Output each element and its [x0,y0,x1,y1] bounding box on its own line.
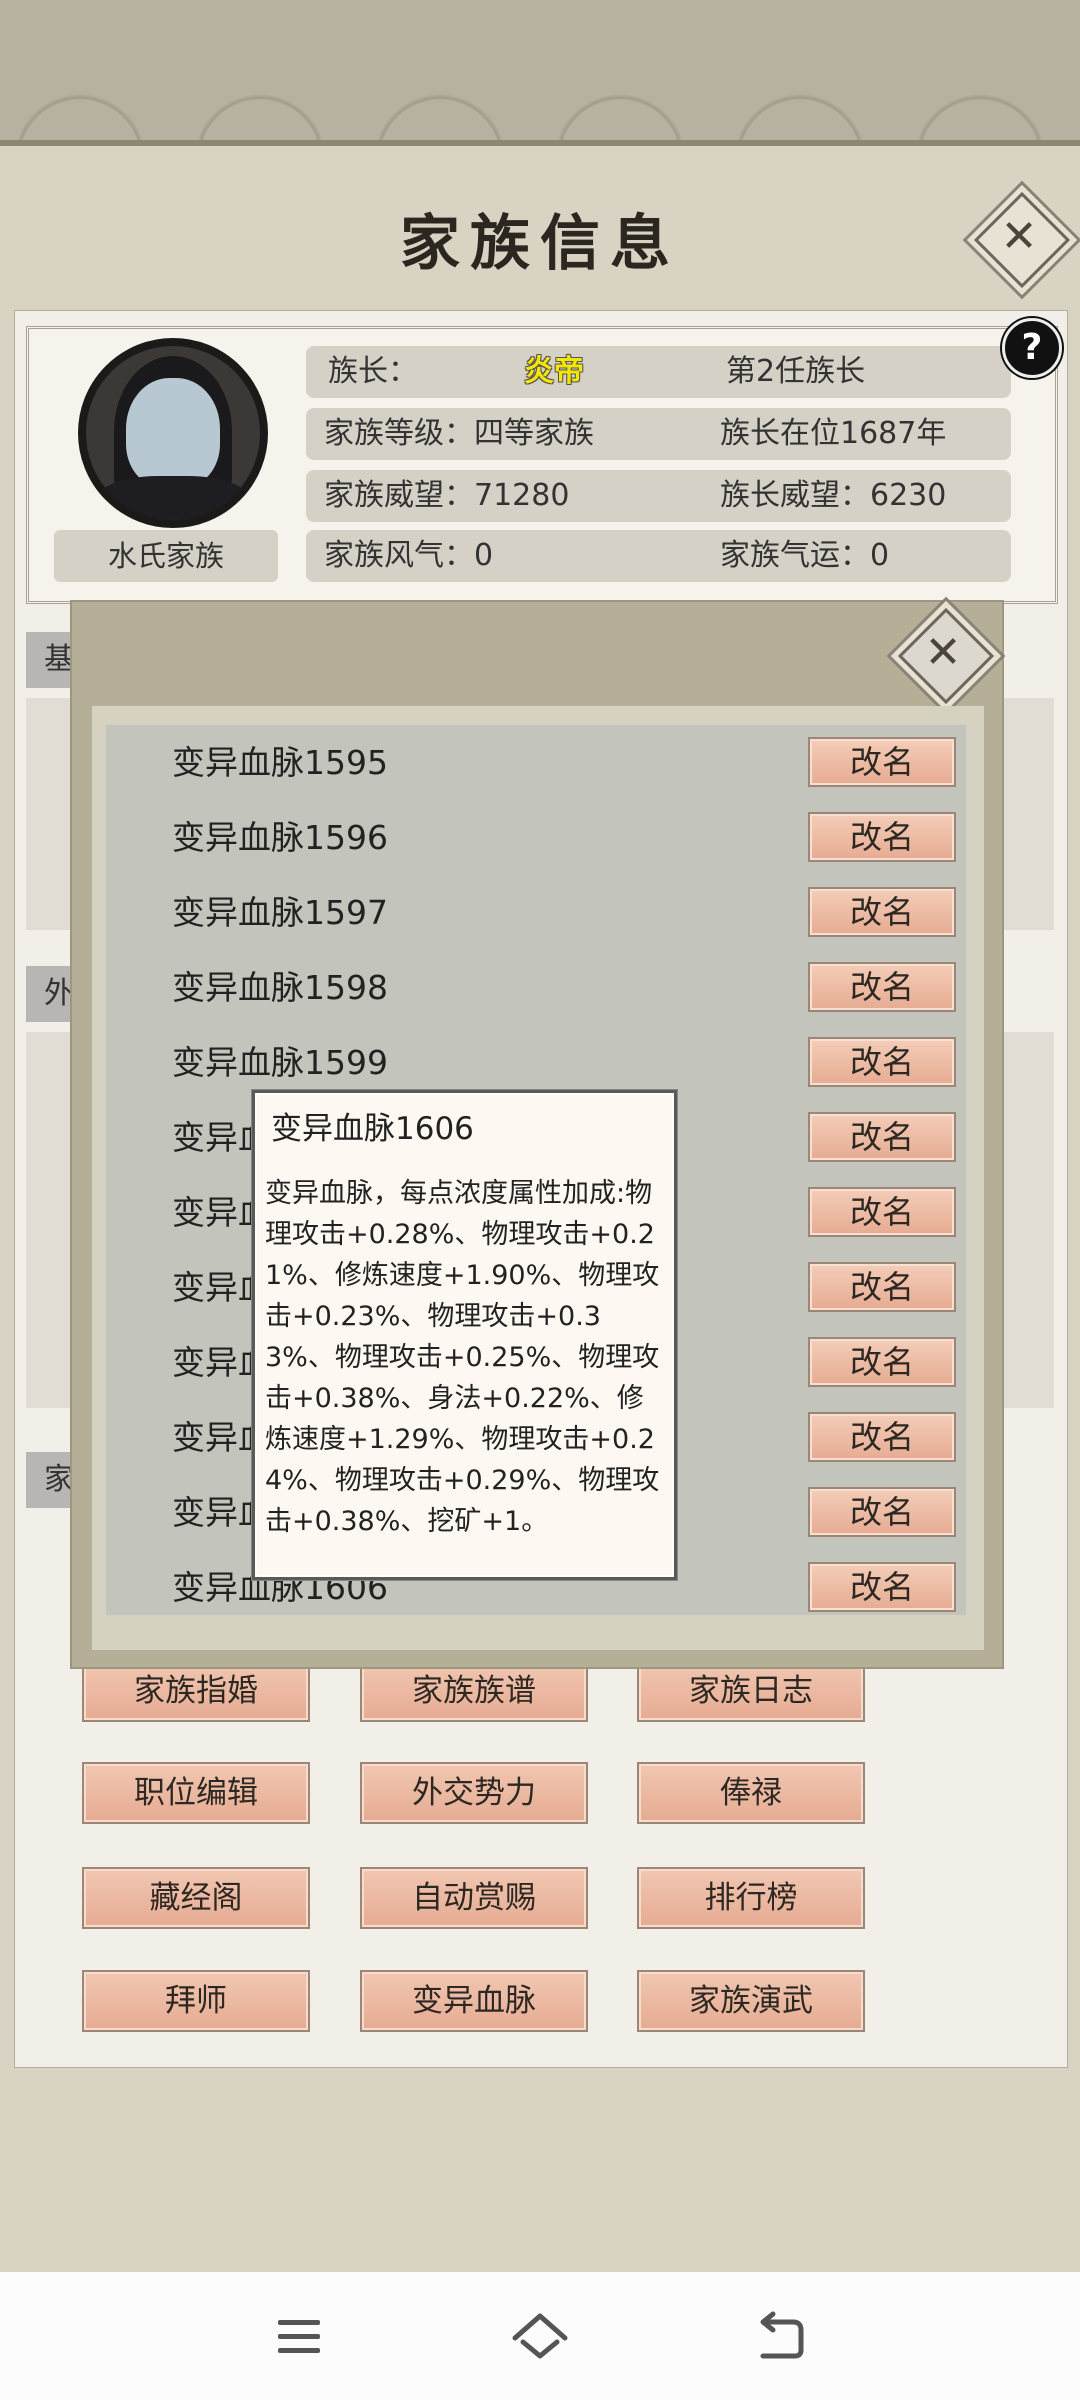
leader-generation: 第2任族长 [726,354,866,389]
bloodline-name[interactable]: 变异血脉1599 [172,1025,388,1100]
avatar-face [126,378,220,488]
home-icon[interactable] [505,2302,575,2372]
btn-diplomacy[interactable]: 外交势力 [360,1762,588,1824]
rename-button[interactable]: 改名 [808,1562,956,1612]
bloodline-name[interactable]: 变异血脉1595 [172,725,388,800]
avatar[interactable] [78,338,268,528]
rename-button[interactable]: 改名 [808,1187,956,1237]
close-button[interactable]: ✕ [973,191,1071,289]
leader-name[interactable]: 炎帝 [524,346,584,398]
rename-button[interactable]: 改名 [808,1487,956,1537]
btn-apprentice[interactable]: 拜师 [82,1970,310,2032]
btn-family-martial[interactable]: 家族演武 [637,1970,865,2032]
bloodline-name[interactable]: 变异血脉1597 [172,875,388,950]
leader-tenure: 族长在位1687年 [720,416,947,451]
info-row-level: 家族等级：四等家族 族长在位1687年 [306,408,1011,460]
rename-button[interactable]: 改名 [808,962,956,1012]
leader-prestige: 族长威望：6230 [720,478,947,513]
rename-button[interactable]: 改名 [808,1112,956,1162]
info-row-leader: 族长： 炎帝 第2任族长 [306,346,1011,398]
system-nav-bar [0,2272,1080,2400]
modal-close-icon: ✕ [924,627,962,678]
btn-position-edit[interactable]: 职位编辑 [82,1762,310,1824]
rename-button[interactable]: 改名 [808,1262,956,1312]
rename-button[interactable]: 改名 [808,737,956,787]
btn-ranking[interactable]: 排行榜 [637,1867,865,1929]
btn-auto-reward[interactable]: 自动赏赐 [360,1867,588,1929]
tooltip-body: 变异血脉，每点浓度属性加成:物理攻击+0.28%、物理攻击+0.21%、修炼速度… [265,1178,660,1537]
bloodline-name[interactable]: 变异血脉1596 [172,800,388,875]
family-atmosphere: 家族风气：0 [324,538,494,573]
help-button[interactable]: ? [1002,318,1062,378]
rename-button[interactable]: 改名 [808,887,956,937]
rename-button[interactable]: 改名 [808,1412,956,1462]
menu-icon[interactable] [264,2302,334,2372]
leader-label: 族长： [328,354,418,389]
info-row-prestige: 家族威望：71280 族长威望：6230 [306,470,1011,522]
modal-close-button[interactable]: ✕ [897,607,995,705]
rename-button[interactable]: 改名 [808,812,956,862]
close-icon: ✕ [1000,211,1038,262]
list-item: 变异血脉1597 改名 [106,875,966,950]
btn-salary[interactable]: 俸禄 [637,1762,865,1824]
list-item: 变异血脉1599 改名 [106,1025,966,1100]
list-item: 变异血脉1595 改名 [106,725,966,800]
back-icon[interactable] [745,2302,815,2372]
rename-button[interactable]: 改名 [808,1337,956,1387]
btn-family-tree[interactable]: 家族族谱 [360,1660,588,1722]
bloodline-tooltip: 变异血脉1606 变异血脉，每点浓度属性加成:物理攻击+0.28%、物理攻击+0… [252,1090,677,1580]
page-title: 家族信息 [400,209,680,279]
family-fortune: 家族气运：0 [720,538,890,573]
family-name: 水氏家族 [54,530,278,582]
family-level: 家族等级：四等家族 [324,416,594,451]
tooltip-title: 变异血脉1606 [271,1111,474,1147]
btn-family-marriage[interactable]: 家族指婚 [82,1660,310,1722]
top-texture [0,0,1080,150]
btn-mutant-bloodline[interactable]: 变异血脉 [360,1970,588,2032]
btn-family-log[interactable]: 家族日志 [637,1660,865,1722]
btn-library[interactable]: 藏经阁 [82,1867,310,1929]
rename-button[interactable]: 改名 [808,1037,956,1087]
list-item: 变异血脉1598 改名 [106,950,966,1025]
bloodline-name[interactable]: 变异血脉1598 [172,950,388,1025]
info-row-atmosphere: 家族风气：0 家族气运：0 [306,530,1011,582]
list-item: 变异血脉1596 改名 [106,800,966,875]
family-prestige: 家族威望：71280 [324,478,570,513]
